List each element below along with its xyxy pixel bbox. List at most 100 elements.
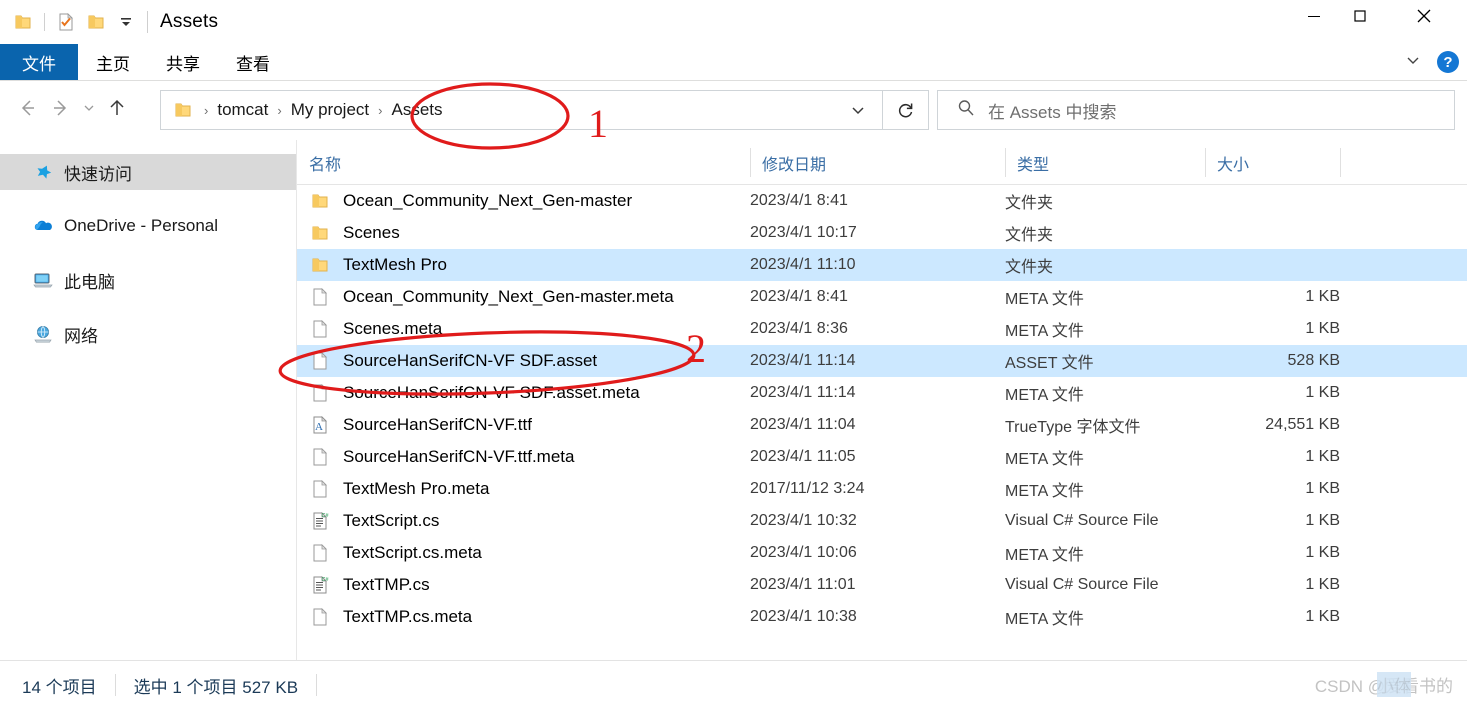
column-header-name[interactable]: 名称: [297, 140, 750, 185]
table-row[interactable]: TextScript.cs.meta 2023/4/1 10:06 META 文件 1…: [297, 537, 1467, 569]
file-name-cell[interactable]: C# TextTMP.cs: [309, 574, 430, 596]
table-row[interactable]: C# TextScript.cs 2023/4/1 10:32 Visual C# S…: [297, 505, 1467, 537]
file-name-cell[interactable]: Ocean_Community_Next_Gen-master.meta: [309, 286, 674, 308]
file-date-cell: 2023/4/1 8:41: [750, 288, 848, 305]
quick-access-toolbar: Assets: [0, 0, 218, 44]
file-type-cell: META 文件: [1005, 387, 1084, 404]
table-row[interactable]: A SourceHanSerifCN-VF.ttf 2023/4/1 11:04 Tr…: [297, 409, 1467, 441]
sidebar-item-label: 此电脑: [64, 272, 115, 292]
font-file-icon: A: [309, 414, 331, 436]
column-header-date[interactable]: 修改日期: [750, 140, 1005, 185]
file-name-label: SourceHanSerifCN-VF.ttf.meta: [343, 447, 575, 466]
file-date-cell: 2023/4/1 8:36: [750, 320, 848, 337]
chevron-down-icon[interactable]: [1403, 50, 1423, 75]
table-row[interactable]: TextTMP.cs.meta 2023/4/1 10:38 META 文件 1 KB: [297, 601, 1467, 633]
breadcrumb-separator: ›: [378, 102, 383, 118]
new-folder-icon[interactable]: [81, 7, 111, 37]
file-name-cell[interactable]: C# TextScript.cs: [309, 510, 439, 532]
file-explorer-window: Assets 文件 主页 共享 查看 ? › tomcat › My proje…: [0, 0, 1467, 709]
sidebar-item-network[interactable]: 网络: [0, 316, 296, 352]
forward-button[interactable]: [44, 91, 78, 125]
table-row[interactable]: C# TextTMP.cs 2023/4/1 11:01 Visual C# Sour…: [297, 569, 1467, 601]
sidebar-item-quick-access[interactable]: 快速访问: [0, 154, 296, 190]
column-header-type[interactable]: 类型: [1005, 140, 1205, 185]
table-row[interactable]: SourceHanSerifCN-VF SDF.asset 2023/4/1 11…: [297, 345, 1467, 377]
search-icon: [956, 98, 976, 123]
table-row[interactable]: Ocean_Community_Next_Gen-master 2023/4/1 …: [297, 185, 1467, 217]
file-size-cell: 1 KB: [1305, 448, 1340, 465]
table-row[interactable]: TextMesh Pro.meta 2017/11/12 3:24 META 文件 1…: [297, 473, 1467, 505]
svg-text:C#: C#: [322, 513, 330, 519]
back-button[interactable]: [10, 91, 44, 125]
file-size-cell: 1 KB: [1305, 320, 1340, 337]
properties-icon[interactable]: [51, 7, 81, 37]
file-name-label: SourceHanSerifCN-VF SDF.asset: [343, 351, 598, 370]
address-dropdown-button[interactable]: [833, 90, 883, 130]
breadcrumb-separator: ›: [277, 102, 282, 118]
file-name-cell[interactable]: TextTMP.cs.meta: [309, 606, 472, 628]
file-name-cell[interactable]: SourceHanSerifCN-VF SDF.asset.meta: [309, 382, 640, 404]
svg-text:C#: C#: [322, 577, 330, 583]
file-name-cell[interactable]: TextMesh Pro: [309, 254, 447, 276]
table-row[interactable]: TextMesh Pro 2023/4/1 11:10 文件夹: [297, 249, 1467, 281]
file-name-cell[interactable]: TextScript.cs.meta: [309, 542, 482, 564]
file-size-cell: 1 KB: [1305, 576, 1340, 593]
file-name-cell[interactable]: TextMesh Pro.meta: [309, 478, 489, 500]
breadcrumb-tomcat[interactable]: tomcat: [215, 100, 270, 120]
file-date-cell: 2023/4/1 10:32: [750, 512, 857, 529]
generic-file-icon: [309, 350, 331, 372]
tab-file[interactable]: 文件: [0, 44, 78, 80]
folder-icon: [309, 254, 331, 276]
tab-view[interactable]: 查看: [218, 44, 288, 80]
sidebar-item-label: OneDrive - Personal: [64, 216, 219, 235]
table-row[interactable]: SourceHanSerifCN-VF.ttf.meta 2023/4/1 11:…: [297, 441, 1467, 473]
file-date-cell: 2023/4/1 11:05: [750, 448, 856, 465]
sidebar-item-onedrive[interactable]: OneDrive - Personal: [0, 208, 296, 244]
file-name-cell[interactable]: SourceHanSerifCN-VF.ttf.meta: [309, 446, 574, 468]
up-button[interactable]: [100, 91, 134, 125]
table-row[interactable]: SourceHanSerifCN-VF SDF.asset.meta 2023/4…: [297, 377, 1467, 409]
navigation-pane: 快速访问 OneDrive - Personal 此电脑 网络: [0, 140, 296, 660]
file-name-cell[interactable]: Ocean_Community_Next_Gen-master: [309, 190, 632, 212]
pin-star-icon: [32, 161, 54, 183]
sidebar-item-this-pc[interactable]: 此电脑: [0, 262, 296, 298]
breadcrumb-assets[interactable]: Assets: [389, 100, 444, 120]
file-name-label: Scenes: [343, 223, 400, 242]
maximize-button[interactable]: [1337, 0, 1383, 32]
search-input[interactable]: 在 Assets 中搜索: [937, 90, 1455, 130]
file-name-label: SourceHanSerifCN-VF.ttf: [343, 415, 532, 434]
close-button[interactable]: [1401, 0, 1447, 32]
file-type-cell: 文件夹: [1005, 227, 1054, 244]
table-row[interactable]: Scenes.meta 2023/4/1 8:36 META 文件 1 KB: [297, 313, 1467, 345]
folder-icon[interactable]: [8, 7, 38, 37]
table-row[interactable]: Scenes 2023/4/1 10:17 文件夹: [297, 217, 1467, 249]
minimize-button[interactable]: [1291, 0, 1337, 32]
column-header-size[interactable]: 大小: [1205, 140, 1340, 185]
csharp-file-icon: C#: [309, 574, 331, 596]
help-icon[interactable]: ?: [1437, 51, 1459, 73]
file-type-cell: 文件夹: [1005, 195, 1054, 212]
watermark: CSDN @爱看书的小体: [1315, 672, 1453, 697]
file-name-cell[interactable]: Scenes.meta: [309, 318, 442, 340]
search-placeholder: 在 Assets 中搜索: [988, 102, 1117, 122]
file-size-cell: 24,551 KB: [1265, 416, 1340, 433]
generic-file-icon: [309, 286, 331, 308]
file-size-cell: 1 KB: [1305, 512, 1340, 529]
file-type-cell: META 文件: [1005, 323, 1084, 340]
file-name-cell[interactable]: A SourceHanSerifCN-VF.ttf: [309, 414, 532, 436]
recent-locations-button[interactable]: [78, 91, 100, 125]
file-date-cell: 2023/4/1 10:38: [750, 608, 857, 625]
customize-dropdown-icon[interactable]: [111, 7, 141, 37]
column-divider[interactable]: [1340, 148, 1341, 177]
this-pc-icon: [32, 269, 54, 291]
refresh-button[interactable]: [883, 90, 929, 130]
tab-share[interactable]: 共享: [148, 44, 218, 80]
tab-home[interactable]: 主页: [78, 44, 148, 80]
file-name-cell[interactable]: Scenes: [309, 222, 400, 244]
file-name-cell[interactable]: SourceHanSerifCN-VF SDF.asset: [309, 350, 597, 372]
address-bar[interactable]: › tomcat › My project › Assets: [160, 90, 887, 130]
generic-file-icon: [309, 542, 331, 564]
breadcrumb-my-project[interactable]: My project: [289, 100, 371, 120]
table-row[interactable]: Ocean_Community_Next_Gen-master.meta 2023…: [297, 281, 1467, 313]
file-type-cell: META 文件: [1005, 451, 1084, 468]
